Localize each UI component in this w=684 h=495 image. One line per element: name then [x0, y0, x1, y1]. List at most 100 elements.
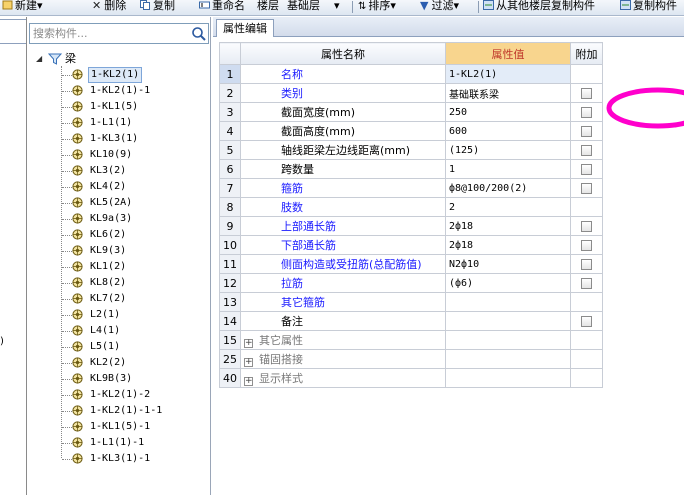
attach-checkbox[interactable]	[581, 164, 592, 175]
property-group-row[interactable]: 40 + 显示样式	[219, 368, 603, 388]
property-value[interactable]	[445, 311, 571, 331]
highlight-ellipse	[606, 87, 684, 129]
property-value[interactable]: 1-KL2(1)	[445, 64, 571, 84]
property-name: 肢数	[240, 197, 446, 217]
expand-plus-icon[interactable]: +	[244, 377, 253, 386]
left-panel-text: )	[0, 336, 4, 347]
beam-component-icon	[72, 101, 83, 112]
row-number: 25	[219, 349, 241, 369]
property-row[interactable]: 3 截面宽度(mm) 250	[219, 102, 603, 122]
property-extra	[570, 235, 603, 255]
property-name: 类别	[240, 83, 446, 103]
property-value[interactable]: 2ф18	[445, 216, 571, 236]
floor-select[interactable]: 基础层 ▾	[287, 0, 340, 14]
property-value[interactable]: 2ф18	[445, 235, 571, 255]
copy-from-floor-button[interactable]: 从其他楼层复制构件	[483, 0, 595, 14]
property-row[interactable]: 13 其它箍筋	[219, 292, 603, 312]
property-row[interactable]: 2 类别 基础联系梁	[219, 83, 603, 103]
attach-checkbox[interactable]	[581, 221, 592, 232]
row-number: 1	[219, 64, 241, 84]
copy-floor-icon	[620, 0, 631, 10]
copy-to-floor-button[interactable]: 复制构件	[620, 0, 677, 14]
beam-component-icon	[72, 277, 83, 288]
property-value[interactable]: N2ф10	[445, 254, 571, 274]
row-number: 10	[219, 235, 241, 255]
rename-button[interactable]: 重命名	[199, 0, 245, 14]
attach-checkbox[interactable]	[581, 259, 592, 270]
property-name: 侧面构造或受扭筋(总配筋值)	[240, 254, 446, 274]
property-group-row[interactable]: 25 + 锚固搭接	[219, 349, 603, 369]
property-row[interactable]: 6 跨数量 1	[219, 159, 603, 179]
new-button[interactable]: 新建▾	[2, 0, 43, 14]
property-extra	[570, 368, 603, 388]
sort-icon: ⇅	[358, 1, 367, 12]
tree-connector	[62, 219, 72, 220]
property-row[interactable]: 10 下部通长筋 2ф18	[219, 235, 603, 255]
search-icon[interactable]	[191, 26, 207, 42]
tree-item-label: KL6(2)	[90, 229, 127, 240]
property-row[interactable]: 4 截面高度(mm) 600	[219, 121, 603, 141]
property-value[interactable]: 2	[445, 197, 571, 217]
attach-checkbox[interactable]	[581, 88, 592, 99]
tree-item-label: L4(1)	[90, 325, 121, 336]
property-value[interactable]	[445, 292, 571, 312]
attach-checkbox[interactable]	[581, 240, 592, 251]
tree-item-label: 1-KL2(1)	[88, 67, 143, 83]
property-row[interactable]: 12 拉筋 (ф6)	[219, 273, 603, 293]
attach-checkbox[interactable]	[581, 183, 592, 194]
tree-connector	[62, 395, 72, 396]
attach-checkbox[interactable]	[581, 107, 592, 118]
attach-checkbox[interactable]	[581, 145, 592, 156]
property-name: 名称	[240, 64, 446, 84]
expand-plus-icon[interactable]: +	[244, 339, 253, 348]
property-row[interactable]: 8 肢数 2	[219, 197, 603, 217]
chevron-down-icon: ▾	[334, 0, 340, 12]
filter-button[interactable]: ▼ 过滤▾	[420, 0, 459, 14]
filter-funnel-icon	[48, 53, 62, 65]
property-row[interactable]: 1 名称 1-KL2(1)	[219, 64, 603, 84]
expand-plus-icon[interactable]: +	[244, 358, 253, 367]
property-row[interactable]: 9 上部通长筋 2ф18	[219, 216, 603, 236]
property-value[interactable]: (125)	[445, 140, 571, 160]
property-row[interactable]: 11 侧面构造或受扭筋(总配筋值) N2ф10	[219, 254, 603, 274]
property-value[interactable]: ф8@100/200(2)	[445, 178, 571, 198]
divider	[0, 43, 26, 44]
property-group-row[interactable]: 15 + 其它属性	[219, 330, 603, 350]
tree-item-label: 1-KL2(1)-1-1	[90, 405, 163, 416]
property-value[interactable]: 250	[445, 102, 571, 122]
property-row[interactable]: 14 备注	[219, 311, 603, 331]
property-value[interactable]: 基础联系梁	[445, 83, 571, 103]
copy-button[interactable]: 复制	[140, 0, 175, 14]
tree-item-label: 1-KL3(1)	[90, 133, 139, 144]
row-number: 12	[219, 273, 241, 293]
tree-item-label: 1-L1(1)-1	[90, 437, 145, 448]
delete-button[interactable]: ✕ 删除	[92, 0, 126, 14]
row-number: 2	[219, 83, 241, 103]
property-value[interactable]: (ф6)	[445, 273, 571, 293]
property-row[interactable]: 5 轴线距梁左边线距离(mm) (125)	[219, 140, 603, 160]
floor-label: 楼层	[257, 0, 279, 12]
tree-item-label: KL7(2)	[90, 293, 127, 304]
property-value[interactable]: 600	[445, 121, 571, 141]
grid-header-name: 属性名称	[240, 42, 446, 65]
collapse-triangle-icon[interactable]: ◢	[36, 51, 42, 67]
tree-connector	[62, 347, 72, 348]
property-value	[445, 349, 571, 369]
property-value[interactable]: 1	[445, 159, 571, 179]
tree-connector	[62, 91, 72, 92]
attach-checkbox[interactable]	[581, 316, 592, 327]
tree-connector	[62, 459, 72, 460]
tree-connector	[62, 107, 72, 108]
tree-connector	[62, 171, 72, 172]
beam-component-icon	[72, 213, 83, 224]
tree-connector	[62, 363, 72, 364]
chevron-down-icon: ▾	[390, 0, 396, 12]
attach-checkbox[interactable]	[581, 278, 592, 289]
tree-connector	[62, 379, 72, 380]
property-row[interactable]: 7 箍筋 ф8@100/200(2)	[219, 178, 603, 198]
toolbar-separator	[352, 1, 353, 13]
tab-property-edit[interactable]: 属性编辑	[216, 19, 274, 37]
search-input[interactable]	[29, 23, 209, 44]
sort-button[interactable]: ⇅ 排序▾	[358, 0, 396, 14]
attach-checkbox[interactable]	[581, 126, 592, 137]
